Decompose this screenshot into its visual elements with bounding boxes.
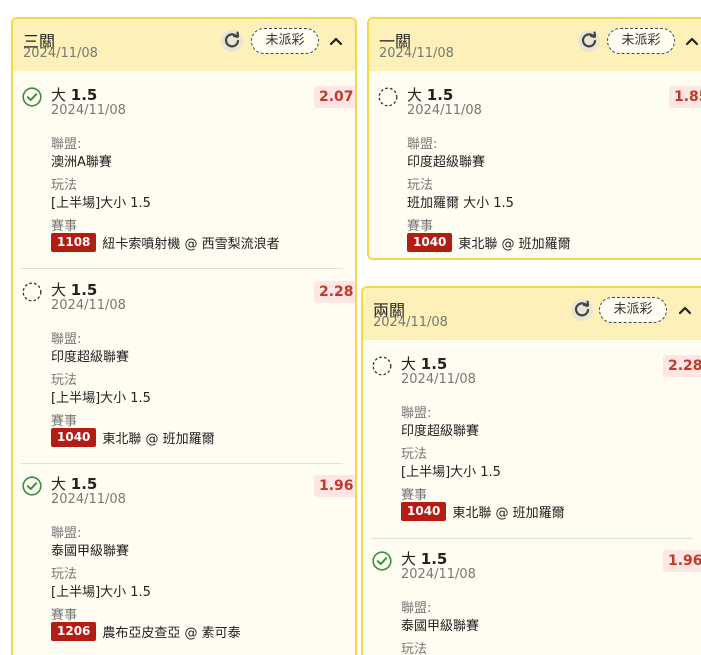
odds-badge: 2.28 (663, 355, 701, 377)
event-label: 賽事 (51, 414, 78, 429)
league-value: 印度超級聯賽 (401, 424, 480, 439)
bet-selection: 大 1.5 (401, 355, 448, 373)
card-header: 兩關 2024/11/08 未派彩 (363, 288, 701, 340)
market-value: [上半場]大小 1.5 (51, 585, 151, 600)
chevron-up-icon[interactable] (677, 302, 693, 318)
event-name: 東北聯 @ 班加羅爾 (452, 506, 565, 521)
league-value: 泰國甲級聯賽 (401, 619, 480, 634)
event-id-badge: 1040 (51, 428, 97, 447)
chevron-up-icon[interactable] (328, 33, 344, 49)
market-value: 班加羅爾 大小 1.5 (407, 196, 514, 211)
event-name: 東北聯 @ 班加羅爾 (458, 237, 571, 252)
market-label: 玩法 (51, 373, 78, 388)
bet-leg: 大 1.5 2024/11/08 1.96 聯盟: 泰國甲級聯賽 玩法 (363, 535, 701, 655)
card-header: 三關 2024/11/08 未派彩 (13, 19, 355, 71)
bet-date: 2024/11/08 (51, 103, 126, 118)
event-row: 1040 東北聯 @ 班加羅爾 (407, 233, 571, 252)
league-label: 聯盟: (51, 526, 82, 541)
event-label: 賽事 (51, 608, 78, 623)
card-header: 一關 2024/11/08 未派彩 (369, 19, 701, 71)
event-row: 1040 東北聯 @ 班加羅爾 (51, 428, 215, 447)
bet-slip-card-double: 兩關 2024/11/08 未派彩 大 1.5 2024/11/08 2.28 … (361, 286, 701, 655)
event-label: 賽事 (407, 219, 434, 234)
league-value: 印度超級聯賽 (407, 155, 486, 170)
odds-badge: 2.07 (314, 86, 355, 108)
dashed-circle-icon (22, 282, 42, 302)
refresh-icon[interactable] (220, 29, 244, 53)
market-label: 玩法 (51, 178, 78, 193)
event-id-badge: 1040 (401, 502, 447, 521)
bet-leg: 大 1.5 2024/11/08 2.07 聯盟: 澳洲A聯賽 玩法 [上半場]… (13, 71, 355, 267)
market-label: 玩法 (51, 567, 78, 582)
league-label: 聯盟: (51, 137, 82, 152)
market-label: 玩法 (401, 642, 428, 655)
bet-selection: 大 1.5 (407, 86, 454, 104)
league-label: 聯盟: (51, 332, 82, 347)
bet-leg: 大 1.5 2024/11/08 2.28 聯盟: 印度超級聯賽 玩法 [上半場… (13, 266, 355, 462)
bet-slip-card-single: 一關 2024/11/08 未派彩 大 1.5 2024/11/08 1.85 … (367, 17, 701, 260)
status-badge: 未派彩 (251, 28, 319, 54)
bet-date: 2024/11/08 (401, 372, 476, 387)
event-id-badge: 1040 (407, 233, 453, 252)
odds-badge: 1.96 (314, 475, 355, 497)
bet-date: 2024/11/08 (407, 103, 482, 118)
bet-selection: 大 1.5 (401, 550, 448, 568)
odds-badge: 1.85 (669, 86, 701, 108)
event-row: 1108 紐卡索噴射機 @ 西雪梨流浪者 (51, 233, 280, 252)
check-circle-icon (372, 551, 392, 571)
refresh-icon[interactable] (577, 29, 601, 53)
event-label: 賽事 (51, 219, 78, 234)
market-label: 玩法 (407, 178, 434, 193)
bet-leg: 大 1.5 2024/11/08 2.28 聯盟: 印度超級聯賽 玩法 [上半場… (363, 340, 701, 536)
bet-slip-card-treble: 三關 2024/11/08 未派彩 大 1.5 2024/11/08 2.07 … (11, 17, 357, 655)
card-date: 2024/11/08 (23, 46, 98, 61)
event-row: 1040 東北聯 @ 班加羅爾 (401, 502, 565, 521)
bet-selection: 大 1.5 (51, 86, 98, 104)
check-circle-icon (22, 87, 42, 107)
bet-date: 2024/11/08 (401, 567, 476, 582)
status-badge: 未派彩 (607, 28, 675, 54)
bet-leg: 大 1.5 2024/11/08 1.85 聯盟: 印度超級聯賽 玩法 班加羅爾… (369, 71, 701, 258)
event-label: 賽事 (401, 488, 428, 503)
league-value: 印度超級聯賽 (51, 350, 130, 365)
league-value: 澳洲A聯賽 (51, 155, 112, 170)
league-value: 泰國甲級聯賽 (51, 544, 130, 559)
bet-selection: 大 1.5 (51, 475, 98, 493)
event-id-badge: 1108 (51, 233, 97, 252)
bet-leg: 大 1.5 2024/11/08 1.96 聯盟: 泰國甲級聯賽 玩法 [上半場… (13, 460, 355, 655)
refresh-icon[interactable] (570, 298, 594, 322)
check-circle-icon (22, 476, 42, 496)
card-date: 2024/11/08 (373, 315, 448, 330)
league-label: 聯盟: (401, 406, 432, 421)
event-id-badge: 1206 (51, 622, 97, 641)
market-label: 玩法 (401, 447, 428, 462)
card-date: 2024/11/08 (379, 46, 454, 61)
bet-date: 2024/11/08 (51, 492, 126, 507)
league-label: 聯盟: (401, 601, 432, 616)
dashed-circle-icon (378, 87, 398, 107)
dashed-circle-icon (372, 356, 392, 376)
league-label: 聯盟: (407, 137, 438, 152)
market-value: [上半場]大小 1.5 (51, 196, 151, 211)
event-name: 紐卡索噴射機 @ 西雪梨流浪者 (102, 237, 280, 252)
event-name: 農布亞皮查亞 @ 素可泰 (102, 626, 241, 641)
event-name: 東北聯 @ 班加羅爾 (102, 432, 215, 447)
market-value: [上半場]大小 1.5 (51, 391, 151, 406)
bet-date: 2024/11/08 (51, 298, 126, 313)
event-row: 1206 農布亞皮查亞 @ 素可泰 (51, 622, 241, 641)
status-badge: 未派彩 (599, 297, 667, 323)
bet-selection: 大 1.5 (51, 281, 98, 299)
odds-badge: 2.28 (314, 281, 355, 303)
market-value: [上半場]大小 1.5 (401, 465, 501, 480)
chevron-up-icon[interactable] (684, 33, 700, 49)
odds-badge: 1.96 (663, 550, 701, 572)
